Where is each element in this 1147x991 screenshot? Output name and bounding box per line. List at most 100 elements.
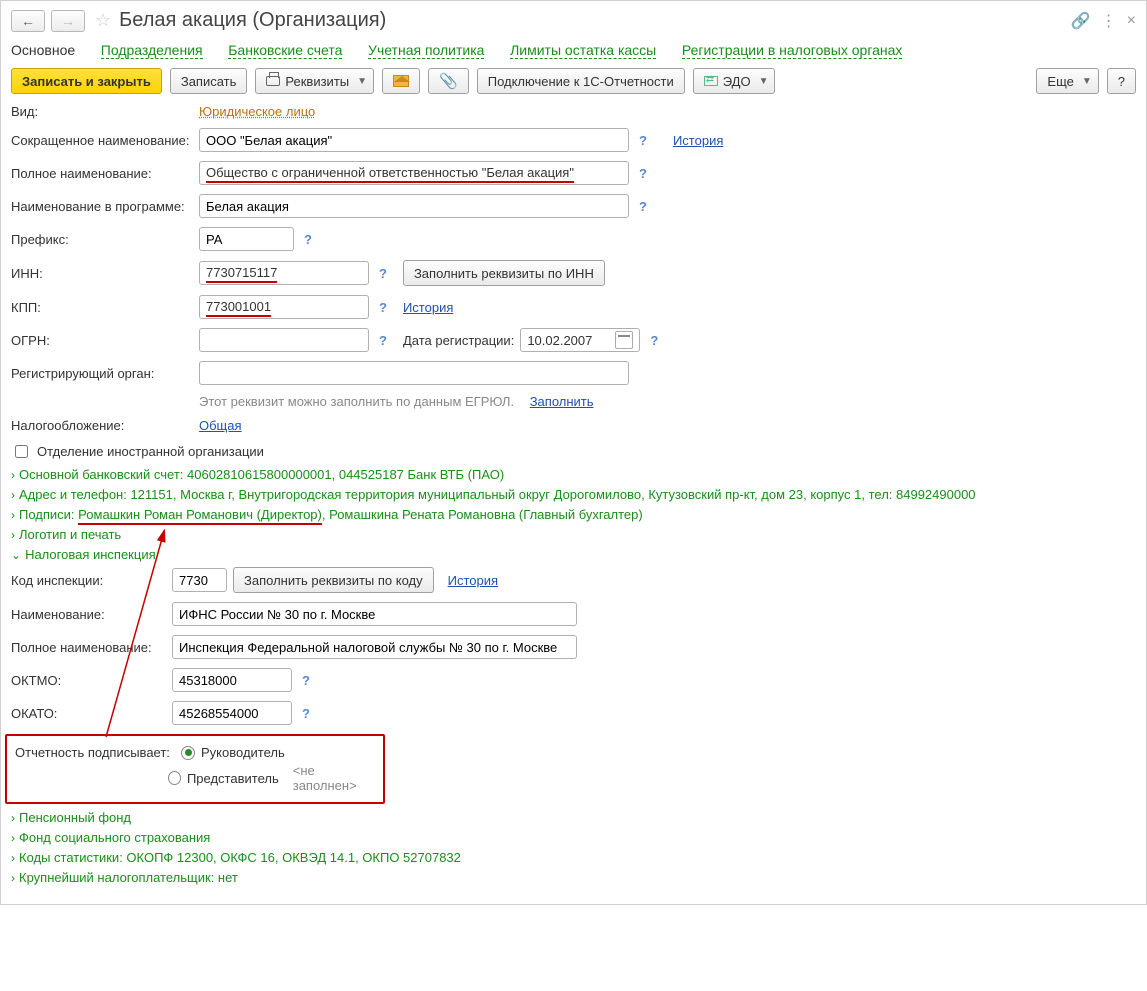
kpp-input[interactable]: 773001001 (199, 295, 369, 319)
save-button[interactable]: Записать (170, 68, 248, 94)
section-fss[interactable]: › Фонд социального страхования (11, 830, 1136, 845)
section-stats[interactable]: › Коды статистики: ОКОПФ 12300, ОКФС 16,… (11, 850, 1136, 865)
tab-tax-registrations[interactable]: Регистрации в налоговых органах (682, 42, 903, 59)
connect-1c-button[interactable]: Подключение к 1С-Отчетности (477, 68, 685, 94)
radio-rep-label: Представитель (187, 771, 279, 786)
help-icon[interactable]: ? (302, 706, 310, 721)
insp-code-label: Код инспекции: (11, 573, 166, 588)
chevron-right-icon: › (11, 811, 15, 825)
chevron-down-icon: ▼ (357, 76, 367, 87)
fill-by-inn-button[interactable]: Заполнить реквизиты по ИНН (403, 260, 605, 286)
chevron-right-icon: › (11, 528, 15, 542)
kebab-icon[interactable]: ⋮ (1101, 11, 1117, 31)
insp-name-label: Наименование: (11, 607, 166, 622)
chevron-right-icon: › (11, 488, 15, 502)
signatures-director: Ромашкин Роман Романович (Директор) (78, 507, 322, 525)
signatures-rest: , Ромашкина Рената Романовна (Главный бу… (322, 507, 643, 522)
envelope-icon (393, 75, 409, 87)
close-icon[interactable]: × (1127, 12, 1136, 30)
ogrn-label: ОГРН: (11, 333, 193, 348)
prog-name-input[interactable] (199, 194, 629, 218)
short-name-input[interactable] (199, 128, 629, 152)
help-icon[interactable]: ? (379, 333, 387, 348)
kpp-label: КПП: (11, 300, 193, 315)
okato-input[interactable] (172, 701, 292, 725)
egrul-fill-link[interactable]: Заполнить (530, 394, 594, 409)
section-biggest[interactable]: › Крупнейший налогоплательщик: нет (11, 870, 1136, 885)
help-icon[interactable]: ? (650, 333, 658, 348)
prefix-label: Префикс: (11, 232, 193, 247)
section-address[interactable]: › Адрес и телефон: 121151, Москва г, Вну… (11, 487, 1136, 502)
inn-label: ИНН: (11, 266, 193, 281)
tab-subdivisions[interactable]: Подразделения (101, 42, 203, 59)
reg-body-label: Регистрирующий орган: (11, 366, 193, 381)
mail-button[interactable] (382, 68, 420, 94)
taxation-link[interactable]: Общая (199, 418, 242, 433)
edo-icon (704, 76, 718, 86)
nav-back-button[interactable]: ← (11, 10, 45, 32)
foreign-branch-checkbox[interactable] (15, 445, 28, 458)
tab-cash-limits[interactable]: Лимиты остатка кассы (510, 42, 656, 59)
edo-label: ЭДО (723, 74, 751, 89)
kind-value[interactable]: Юридическое лицо (199, 104, 315, 119)
help-icon[interactable]: ? (302, 673, 310, 688)
more-button[interactable]: Еще ▼ (1036, 68, 1098, 94)
chevron-right-icon: › (11, 831, 15, 845)
help-button[interactable]: ? (1107, 68, 1136, 94)
signs-reporting-group: Отчетность подписывает: Руководитель Пре… (5, 734, 385, 804)
help-icon[interactable]: ? (379, 300, 387, 315)
section-bank-account[interactable]: › Основной банковский счет: 406028106158… (11, 467, 1136, 482)
ogrn-input[interactable] (199, 328, 369, 352)
chevron-down-icon: ▼ (1082, 76, 1092, 87)
history-link-shortname[interactable]: История (673, 133, 723, 148)
rep-empty-hint: <не заполнен> (293, 763, 375, 793)
calendar-icon[interactable] (615, 331, 633, 349)
inn-input[interactable]: 7730715117 (199, 261, 369, 285)
history-link-kpp[interactable]: История (403, 300, 453, 315)
chevron-right-icon: › (11, 508, 15, 522)
insp-name-input[interactable] (172, 602, 577, 626)
insp-full-input[interactable] (172, 635, 577, 659)
section-signatures[interactable]: › Подписи: Ромашкин Роман Романович (Дир… (11, 507, 1136, 522)
section-tax-inspection[interactable]: ⌄ Налоговая инспекция (11, 547, 1136, 562)
link-icon[interactable]: 🔗 (1071, 11, 1091, 31)
help-icon[interactable]: ? (639, 166, 647, 181)
requisites-button[interactable]: Реквизиты ▼ (255, 68, 374, 94)
radio-representative[interactable] (168, 771, 181, 785)
page-title: Белая акация (Организация) (119, 9, 386, 32)
radio-head[interactable] (181, 746, 195, 760)
favorite-icon[interactable]: ☆ (95, 10, 111, 31)
help-icon[interactable]: ? (304, 232, 312, 247)
taxation-label: Налогообложение: (11, 418, 193, 433)
foreign-branch-label: Отделение иностранной организации (37, 444, 264, 459)
help-icon[interactable]: ? (639, 199, 647, 214)
oktmo-input[interactable] (172, 668, 292, 692)
reg-date-input[interactable]: 10.02.2007 (520, 328, 640, 352)
tab-main[interactable]: Основное (11, 42, 75, 58)
tab-bank-accounts[interactable]: Банковские счета (228, 42, 342, 59)
tab-accounting-policy[interactable]: Учетная политика (368, 42, 484, 59)
titlebar: ← → ☆ Белая акация (Организация) 🔗 ⋮ × (11, 7, 1136, 40)
chevron-down-icon: ⌄ (11, 548, 21, 562)
chevron-down-icon: ▼ (759, 76, 769, 87)
radio-head-label: Руководитель (201, 745, 285, 760)
edo-button[interactable]: ЭДО ▼ (693, 68, 776, 94)
attach-button[interactable]: 📎 (428, 68, 469, 94)
section-logo[interactable]: › Логотип и печать (11, 527, 1136, 542)
help-icon[interactable]: ? (379, 266, 387, 281)
section-pension[interactable]: › Пенсионный фонд (11, 810, 1136, 825)
save-close-button[interactable]: Записать и закрыть (11, 68, 162, 94)
nav-forward-button[interactable]: → (51, 10, 85, 32)
fill-by-code-button[interactable]: Заполнить реквизиты по коду (233, 567, 434, 593)
full-name-input[interactable]: Общество с ограниченной ответственностью… (199, 161, 629, 185)
chevron-right-icon: › (11, 871, 15, 885)
prefix-input[interactable] (199, 227, 294, 251)
short-name-label: Сокращенное наименование: (11, 133, 193, 148)
more-label: Еще (1047, 74, 1073, 89)
help-icon[interactable]: ? (639, 133, 647, 148)
history-link-code[interactable]: История (448, 573, 498, 588)
reg-body-input[interactable] (199, 361, 629, 385)
insp-code-input[interactable] (172, 568, 227, 592)
tabs: Основное Подразделения Банковские счета … (11, 40, 1136, 68)
chevron-right-icon: › (11, 851, 15, 865)
